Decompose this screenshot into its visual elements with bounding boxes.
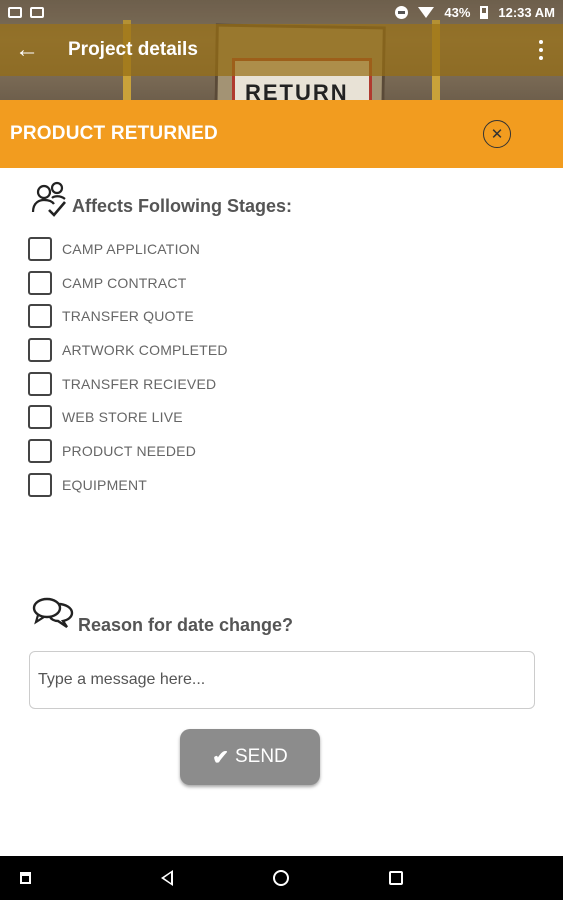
close-icon[interactable]: ✕: [483, 120, 511, 148]
stage-item[interactable]: ARTWORK COMPLETED: [28, 333, 228, 367]
nav-home-icon[interactable]: [273, 870, 289, 886]
stage-label: WEB STORE LIVE: [62, 409, 183, 426]
image-notification-icon: [8, 6, 22, 18]
reason-label: Reason for date change?: [78, 615, 294, 635]
screen: RETURN 43% 12:33 AM ← Project details PR…: [0, 0, 563, 900]
message-input[interactable]: [29, 651, 535, 709]
reason-heading: Reason for date change?: [32, 596, 293, 635]
status-left: [8, 6, 44, 18]
chat-bubbles-icon: [32, 597, 74, 628]
stage-label: CAMP CONTRACT: [62, 274, 187, 291]
stage-label: ARTWORK COMPLETED: [62, 341, 228, 358]
back-button[interactable]: ←: [0, 24, 54, 76]
send-button-label: SEND: [234, 746, 288, 767]
status-bar: 43% 12:33 AM: [0, 0, 563, 24]
app-bar: ← Project details: [0, 24, 563, 76]
send-button[interactable]: ✔ SEND: [180, 729, 320, 785]
stage-item[interactable]: EQUIPMENT: [28, 468, 228, 502]
stage-checkbox[interactable]: [28, 304, 52, 329]
stage-label: EQUIPMENT: [62, 476, 148, 493]
stage-checkbox[interactable]: [28, 270, 52, 295]
mail-notification-icon: [30, 6, 44, 18]
stage-item[interactable]: CAMP APPLICATION: [28, 232, 228, 266]
stage-checkbox[interactable]: [28, 236, 52, 261]
wifi-icon: [418, 6, 435, 18]
arrow-left-icon: ←: [15, 36, 39, 63]
stage-label: PRODUCT NEEDED: [62, 442, 197, 459]
stage-label: TRANSFER QUOTE: [62, 308, 194, 325]
stage-item[interactable]: WEB STORE LIVE: [28, 400, 228, 434]
nav-buttons: [161, 870, 403, 886]
stage-checkbox[interactable]: [28, 337, 52, 362]
nav-recents-icon[interactable]: [389, 871, 403, 885]
stage-label: CAMP APPLICATION: [62, 240, 201, 257]
stage-checkbox[interactable]: [28, 472, 52, 497]
battery-icon: [480, 5, 489, 19]
stage-checkbox[interactable]: [28, 438, 52, 463]
users-check-icon: [31, 181, 66, 217]
do-not-disturb-icon: [395, 5, 409, 19]
stages-heading: Affects Following Stages:: [30, 180, 292, 218]
clock: 12:33 AM: [498, 4, 555, 20]
stage-label: TRANSFER RECIEVED: [62, 375, 217, 392]
stage-item[interactable]: TRANSFER RECIEVED: [28, 367, 228, 401]
dialog-title: PRODUCT RETURNED: [10, 123, 218, 144]
stage-item[interactable]: PRODUCT NEEDED: [28, 434, 228, 468]
stage-list: CAMP APPLICATION CAMP CONTRACT TRANSFER …: [28, 232, 228, 502]
stage-checkbox[interactable]: [28, 405, 52, 430]
system-nav-bar: [0, 856, 563, 900]
nav-back-icon[interactable]: [161, 870, 173, 886]
status-right: 43% 12:33 AM: [395, 5, 555, 20]
check-icon: ✔: [212, 746, 229, 769]
dialog-header: PRODUCT RETURNED ✕: [0, 100, 563, 168]
stages-label: Affects Following Stages:: [72, 196, 293, 216]
dialog-content: Affects Following Stages: CAMP APPLICATI…: [0, 168, 563, 856]
window-icon[interactable]: [20, 872, 31, 884]
stage-item[interactable]: CAMP CONTRACT: [28, 266, 228, 300]
battery-percent: 43%: [444, 4, 471, 20]
bg-sign-text: RETURN: [245, 80, 349, 100]
stage-item[interactable]: TRANSFER QUOTE: [28, 299, 228, 333]
page-title: Project details: [68, 39, 198, 60]
stage-checkbox[interactable]: [28, 371, 52, 396]
more-vert-icon[interactable]: [519, 24, 563, 76]
